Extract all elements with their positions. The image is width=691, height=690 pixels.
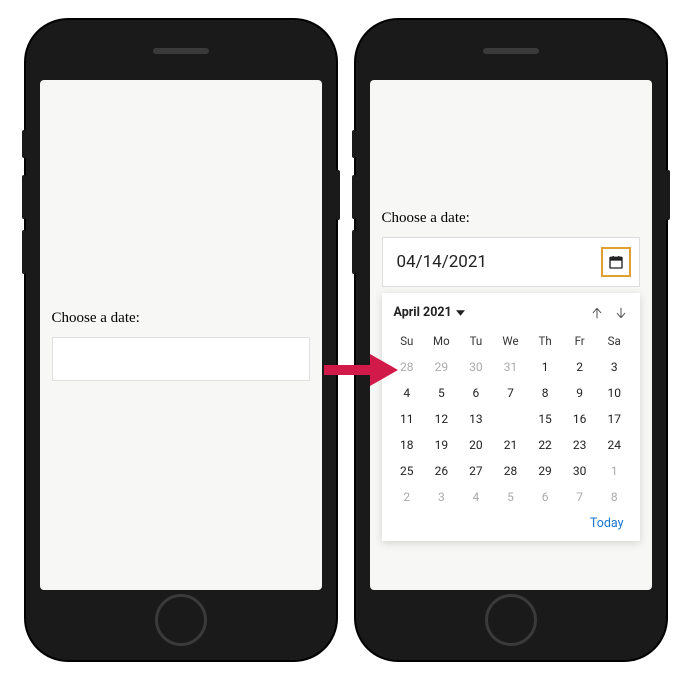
calendar-day-cell[interactable]: 5 (424, 380, 459, 406)
calendar-day-cell[interactable]: 1 (597, 458, 632, 484)
weekday-cell: Tu (459, 330, 494, 354)
phone-mockup-right: Choose a date: 04/14/2021 (356, 20, 666, 660)
calendar-day-cell[interactable]: 6 (528, 484, 563, 510)
calendar-day-cell[interactable]: 27 (459, 458, 494, 484)
calendar-day-cell[interactable]: 3 (597, 354, 632, 380)
date-value: 04/14/2021 (397, 252, 487, 272)
calendar-day-cell[interactable]: 2 (562, 354, 597, 380)
weekday-cell: Fr (562, 330, 597, 354)
calendar-weekday-row: Su Mo Tu We Th Fr Sa (390, 330, 632, 354)
date-label: Choose a date: (382, 210, 640, 227)
calendar-day-cell[interactable]: 15 (528, 406, 563, 432)
calendar-day-cell[interactable]: 14 (493, 406, 528, 432)
weekday-cell: We (493, 330, 528, 354)
calendar-day-cell[interactable]: 24 (597, 432, 632, 458)
calendar-day-cell[interactable]: 31 (493, 354, 528, 380)
calendar-day-cell[interactable]: 20 (459, 432, 494, 458)
arrow-up-icon (590, 306, 604, 320)
calendar-day-cell[interactable]: 28 (493, 458, 528, 484)
weekday-cell: Sa (597, 330, 632, 354)
calendar-day-cell[interactable]: 22 (528, 432, 563, 458)
arrow-icon (320, 350, 400, 390)
date-input-filled[interactable]: 04/14/2021 (382, 237, 640, 287)
prev-month-button[interactable] (590, 306, 604, 320)
calendar-day-cell[interactable]: 6 (459, 380, 494, 406)
calendar-day-cell[interactable]: 13 (459, 406, 494, 432)
calendar-day-cell[interactable]: 8 (528, 380, 563, 406)
date-input-empty[interactable] (52, 337, 310, 381)
weekday-cell: Mo (424, 330, 459, 354)
calendar-day-cell[interactable]: 8 (597, 484, 632, 510)
calendar-day-cell[interactable]: 7 (493, 380, 528, 406)
today-button[interactable]: Today (390, 510, 632, 533)
calendar-day-cell[interactable]: 3 (424, 484, 459, 510)
calendar-day-cell[interactable]: 30 (562, 458, 597, 484)
calendar-day-cell[interactable]: 25 (390, 458, 425, 484)
calendar-day-cell[interactable]: 30 (459, 354, 494, 380)
weekday-cell: Th (528, 330, 563, 354)
calendar-day-cell[interactable]: 29 (528, 458, 563, 484)
calendar-icon (608, 254, 624, 270)
chevron-down-icon (456, 310, 465, 316)
phone-mockup-left: Choose a date: (26, 20, 336, 660)
calendar-month-label: April 2021 (394, 305, 452, 320)
calendar-day-cell[interactable]: 26 (424, 458, 459, 484)
calendar-day-cell[interactable]: 4 (459, 484, 494, 510)
arrow-down-icon (614, 306, 628, 320)
next-month-button[interactable] (614, 306, 628, 320)
screen-left: Choose a date: (40, 80, 322, 590)
calendar-day-cell[interactable]: 10 (597, 380, 632, 406)
calendar-day-cell[interactable]: 2 (390, 484, 425, 510)
date-label: Choose a date: (52, 310, 310, 327)
calendar-day-cell[interactable]: 18 (390, 432, 425, 458)
calendar-day-cell[interactable]: 7 (562, 484, 597, 510)
calendar-day-cell[interactable]: 19 (424, 432, 459, 458)
calendar-grid: 2829303112345678910111213141516171819202… (390, 354, 632, 510)
calendar-day-cell[interactable]: 16 (562, 406, 597, 432)
screen-right: Choose a date: 04/14/2021 (370, 80, 652, 590)
calendar-month-selector[interactable]: April 2021 (394, 305, 465, 320)
calendar-day-cell[interactable]: 11 (390, 406, 425, 432)
calendar-day-cell[interactable]: 5 (493, 484, 528, 510)
calendar-day-cell[interactable]: 23 (562, 432, 597, 458)
calendar-day-cell[interactable]: 21 (493, 432, 528, 458)
calendar-toggle-button[interactable] (601, 247, 631, 277)
calendar-day-cell[interactable]: 1 (528, 354, 563, 380)
calendar-day-cell[interactable]: 12 (424, 406, 459, 432)
calendar-day-cell[interactable]: 9 (562, 380, 597, 406)
calendar-day-cell[interactable]: 29 (424, 354, 459, 380)
calendar-day-cell[interactable]: 17 (597, 406, 632, 432)
calendar-popup: April 2021 Su (382, 293, 640, 541)
